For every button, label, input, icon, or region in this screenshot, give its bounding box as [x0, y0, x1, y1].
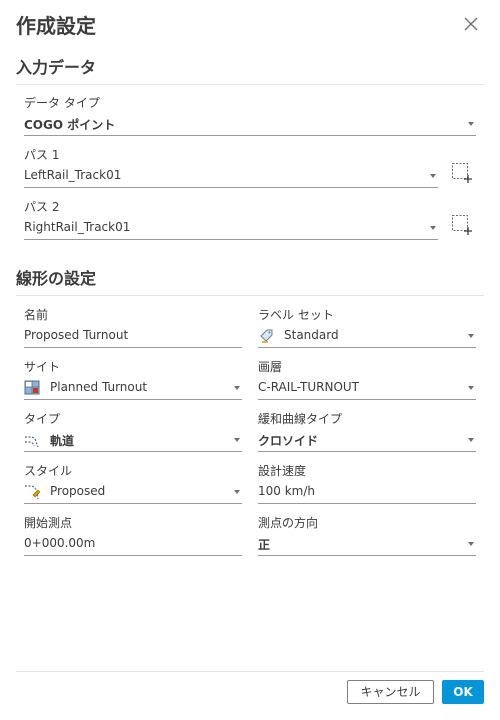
site-label: サイト [24, 360, 61, 374]
data-type-dropdown[interactable]: COGO ポイント [24, 112, 476, 136]
path1-dropdown[interactable]: LeftRail_Track01 [24, 164, 438, 188]
type-value: 軌道 [50, 434, 75, 448]
design-speed-input[interactable]: 100 km/h [258, 480, 476, 504]
section-divider [16, 84, 484, 85]
dialog-title: 作成設定 [16, 14, 96, 38]
name-value: Proposed Turnout [24, 328, 129, 342]
style-value: Proposed [50, 484, 106, 498]
station-direction-value: 正 [258, 538, 271, 552]
label-set-label: ラベル セット [258, 308, 334, 322]
alignment-type-icon [25, 436, 39, 448]
start-station-input[interactable]: 0+000.00m [24, 532, 242, 556]
layer-value: C-RAIL-TURNOUT [258, 380, 359, 394]
section-divider [16, 295, 484, 296]
chevron-down-icon [468, 122, 474, 126]
type-label: タイプ [24, 412, 61, 426]
type-dropdown[interactable]: 軌道 [24, 428, 242, 452]
path1-value: LeftRail_Track01 [24, 168, 122, 182]
spiral-type-dropdown[interactable]: クロソイド [258, 428, 476, 452]
chevron-down-icon [234, 490, 240, 494]
station-direction-label: 測点の方向 [258, 516, 319, 530]
chevron-down-icon [430, 226, 436, 230]
layer-label: 画層 [258, 360, 283, 374]
section-title-alignment: 線形の設定 [16, 269, 97, 288]
chevron-down-icon [468, 334, 474, 338]
footer-divider [16, 671, 484, 672]
select-in-drawing-icon[interactable] [451, 214, 473, 236]
path2-value: RightRail_Track01 [24, 220, 131, 234]
chevron-down-icon [468, 542, 474, 546]
ok-button[interactable]: OK [442, 680, 484, 704]
spiral-type-label: 緩和曲線タイプ [258, 412, 343, 426]
path2-dropdown[interactable]: RightRail_Track01 [24, 216, 438, 240]
path1-label: パス 1 [24, 148, 60, 162]
start-station-value: 0+000.00m [24, 536, 96, 550]
close-icon[interactable] [462, 15, 480, 33]
chevron-down-icon [234, 386, 240, 390]
design-speed-label: 設計速度 [258, 464, 307, 478]
chevron-down-icon [234, 438, 240, 442]
name-input[interactable]: Proposed Turnout [24, 324, 242, 348]
chevron-down-icon [430, 174, 436, 178]
cancel-button[interactable]: キャンセル [347, 680, 434, 704]
path2-label: パス 2 [24, 200, 60, 214]
station-direction-dropdown[interactable]: 正 [258, 532, 476, 556]
chevron-down-icon [468, 438, 474, 442]
design-speed-value: 100 km/h [258, 484, 316, 498]
chevron-down-icon [468, 386, 474, 390]
name-label: 名前 [24, 308, 49, 322]
label-set-value: Standard [284, 328, 339, 342]
start-station-label: 開始測点 [24, 516, 73, 530]
style-label: スタイル [24, 464, 73, 478]
data-type-label: データ タイプ [24, 96, 100, 110]
layer-dropdown[interactable]: C-RAIL-TURNOUT [258, 376, 476, 400]
select-in-drawing-icon[interactable] [451, 162, 473, 184]
alignment-style-icon [25, 485, 41, 500]
data-type-value: COGO ポイント [24, 118, 116, 132]
site-value: Planned Turnout [50, 380, 148, 394]
label-set-icon [260, 329, 273, 343]
section-title-input: 入力データ [16, 58, 97, 77]
site-dropdown[interactable]: Planned Turnout [24, 376, 242, 400]
style-dropdown[interactable]: Proposed [24, 480, 242, 504]
spiral-type-value: クロソイド [258, 434, 319, 448]
label-set-dropdown[interactable]: Standard [258, 324, 476, 348]
site-icon [24, 380, 40, 395]
